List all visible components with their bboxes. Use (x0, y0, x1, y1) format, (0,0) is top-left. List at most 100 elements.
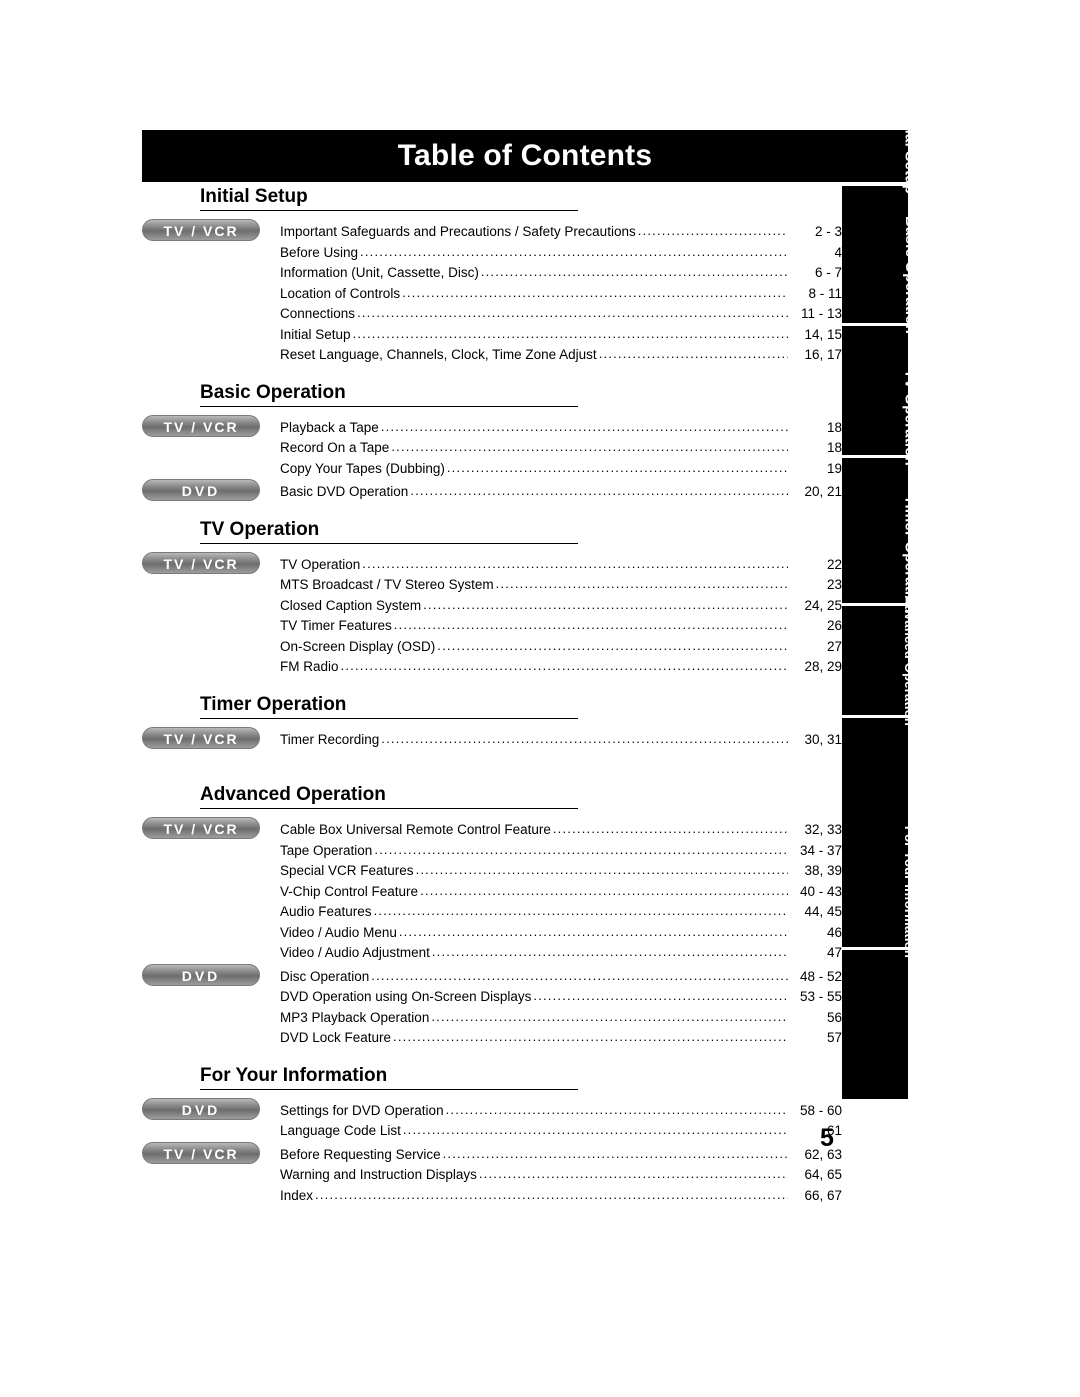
toc-entry-pages: 20, 21 (804, 484, 842, 499)
section-heading: For Your Information (142, 1065, 842, 1093)
section-tab[interactable]: Basic Operation (842, 216, 919, 458)
toc-entry[interactable]: Reset Language, Channels, Clock, Time Zo… (280, 345, 842, 366)
toc-entry-label: Disc Operation (280, 968, 370, 984)
toc-entry-label: Video / Audio Adjustment (280, 945, 430, 960)
toc-content: Initial Setup TV / VCR Important Safeguard… (142, 186, 842, 1222)
section-heading-rule (200, 1088, 578, 1090)
toc-entry-label: TV Operation (280, 556, 361, 572)
toc-entry[interactable]: Index...................................… (280, 1186, 842, 1207)
toc-entry-row: Reset Language, Channels, Clock, Time Zo… (142, 345, 842, 366)
section-tab[interactable]: For Your Information (842, 826, 917, 1102)
toc-entry[interactable]: Warning and Instruction Displays........… (280, 1165, 842, 1186)
toc-entry-label: Copy Your Tapes (Dubbing) (280, 460, 445, 476)
badge-tv-vcr: TV / VCR (142, 817, 260, 839)
toc-entry[interactable]: TV Timer Features.......................… (280, 616, 842, 637)
toc-section: Basic Operation TV / VCR Playback a Tape..… (142, 382, 842, 503)
toc-entry[interactable]: MP3 Playback Operation..................… (280, 1008, 842, 1029)
section-heading-rule (200, 405, 578, 407)
leader-dots: ........................................… (360, 243, 788, 259)
section-heading: Timer Operation (142, 694, 842, 722)
toc-section: For Your Information DVD Settings for DVD … (142, 1065, 842, 1207)
toc-entry[interactable]: Timer Recording.........................… (280, 730, 842, 751)
section-tab[interactable]: Timer Operation (842, 495, 919, 718)
toc-entry-label: Connections (280, 306, 356, 321)
toc-entry-pages: 24, 25 (804, 597, 842, 613)
toc-entry-label: Information (Unit, Cassette, Disc) (280, 265, 479, 280)
toc-entry[interactable]: Important Safeguards and Precautions / S… (280, 222, 842, 243)
toc-entry[interactable]: Basic DVD Operation.....................… (280, 482, 842, 503)
badge-cell: DVD (142, 1097, 280, 1120)
toc-entry[interactable]: TV Operation............................… (280, 555, 842, 576)
badge-cell: TV / VCR (142, 414, 280, 437)
toc-entry-row: DVD Disc Operation.......................… (142, 963, 842, 988)
toc-entry-row: DVD Settings for DVD Operation...........… (142, 1097, 842, 1122)
toc-entry-pages: 11 - 13 (800, 306, 842, 321)
toc-entry[interactable]: Before Using............................… (280, 243, 842, 264)
badge-cell: TV / VCR (142, 219, 280, 241)
badge-dvd: DVD (142, 479, 260, 501)
toc-entry[interactable]: Location of Controls....................… (280, 284, 842, 305)
leader-dots: ........................................… (380, 418, 788, 434)
toc-entry-row: DVD Lock Feature........................… (142, 1028, 842, 1049)
toc-entry-pages: 28, 29 (804, 659, 842, 674)
leader-dots: ........................................… (393, 1029, 788, 1044)
leader-dots: ........................................… (357, 305, 788, 320)
badge-cell: TV / VCR (142, 817, 280, 839)
toc-entry[interactable]: Video / Audio Menu......................… (280, 923, 842, 944)
toc-entry[interactable]: Video / Audio Adjustment................… (280, 943, 842, 964)
toc-entry-row: Copy Your Tapes (Dubbing)...............… (142, 459, 842, 480)
section-tab-label: Basic Operation (902, 215, 919, 334)
leader-dots: ........................................… (371, 967, 788, 983)
toc-entry-pages: 44, 45 (804, 904, 842, 919)
toc-entry[interactable]: Tape Operation..........................… (280, 841, 842, 862)
toc-entry-row: FM Radio................................… (142, 657, 842, 678)
toc-entry-row: Initial Setup...........................… (142, 325, 842, 346)
toc-entry[interactable]: Playback a Tape.........................… (280, 418, 842, 439)
toc-entry[interactable]: On-Screen Display (OSD).................… (280, 637, 842, 658)
toc-entry-label: Language Code List (280, 1123, 401, 1138)
toc-entry-label: MP3 Playback Operation (280, 1009, 430, 1025)
toc-entry[interactable]: MTS Broadcast / TV Stereo System........… (280, 575, 842, 596)
section-entries: TV / VCR Important Safeguards and Precaut… (142, 219, 842, 366)
toc-entry[interactable]: Copy Your Tapes (Dubbing)...............… (280, 459, 842, 480)
toc-entry[interactable]: V-Chip Control Feature..................… (280, 882, 842, 903)
toc-entry[interactable]: FM Radio................................… (280, 657, 842, 678)
toc-entry[interactable]: Special VCR Features....................… (280, 861, 842, 882)
leader-dots: ........................................… (480, 264, 788, 279)
leader-dots: ........................................… (637, 223, 788, 238)
toc-entry[interactable]: Cable Box Universal Remote Control Featu… (280, 820, 842, 841)
section-heading-text: TV Operation (200, 518, 320, 540)
section-tab-rail: Initial Setup Basic Operation TV Operation… (842, 106, 919, 1102)
toc-entry-pages: 2 - 3 (814, 224, 842, 239)
section-tab[interactable]: Initial Setup (842, 106, 919, 326)
toc-entry[interactable]: Initial Setup...........................… (280, 325, 842, 346)
toc-entry-row: TV / VCR Timer Recording.................… (142, 726, 842, 751)
toc-entry[interactable]: Language Code List......................… (280, 1121, 842, 1142)
toc-entry-pages: 58 - 60 (799, 1102, 842, 1118)
toc-entry-row: TV Timer Features.......................… (142, 616, 842, 637)
toc-entry[interactable]: Before Requesting Service...............… (280, 1145, 842, 1166)
toc-entry-pages: 6 - 7 (814, 265, 842, 280)
section-tab[interactable]: TV Operation (842, 369, 919, 606)
toc-entry[interactable]: DVD Lock Feature........................… (280, 1028, 842, 1049)
toc-entry-label: Initial Setup (280, 326, 351, 342)
badge-tv-vcr: TV / VCR (142, 726, 260, 749)
toc-entry[interactable]: DVD Operation using On-Screen Displays..… (280, 987, 842, 1008)
toc-entry-label: Cable Box Universal Remote Control Featu… (280, 822, 551, 837)
toc-entry-pages: 40 - 43 (799, 883, 842, 899)
toc-entry-pages: 34 - 37 (799, 842, 842, 858)
toc-entry[interactable]: Disc Operation..........................… (280, 967, 842, 988)
toc-entry[interactable]: Information (Unit, Cassette, Disc)......… (280, 263, 842, 284)
toc-entry-row: MTS Broadcast / TV Stereo System........… (142, 575, 842, 596)
toc-entry[interactable]: Audio Features..........................… (280, 902, 842, 923)
toc-entry-pages: 47 (826, 945, 842, 960)
toc-entry[interactable]: Closed Caption System...................… (280, 596, 842, 617)
toc-entry[interactable]: Settings for DVD Operation..............… (280, 1101, 842, 1122)
toc-entry[interactable]: Connections.............................… (280, 304, 842, 325)
toc-entry[interactable]: Record On a Tape........................… (280, 438, 842, 459)
toc-entry-row: TV / VCR Before Requesting Service.......… (142, 1141, 842, 1166)
section-tab[interactable]: Advanced Operation (842, 595, 917, 950)
leader-dots: ........................................… (391, 439, 788, 454)
